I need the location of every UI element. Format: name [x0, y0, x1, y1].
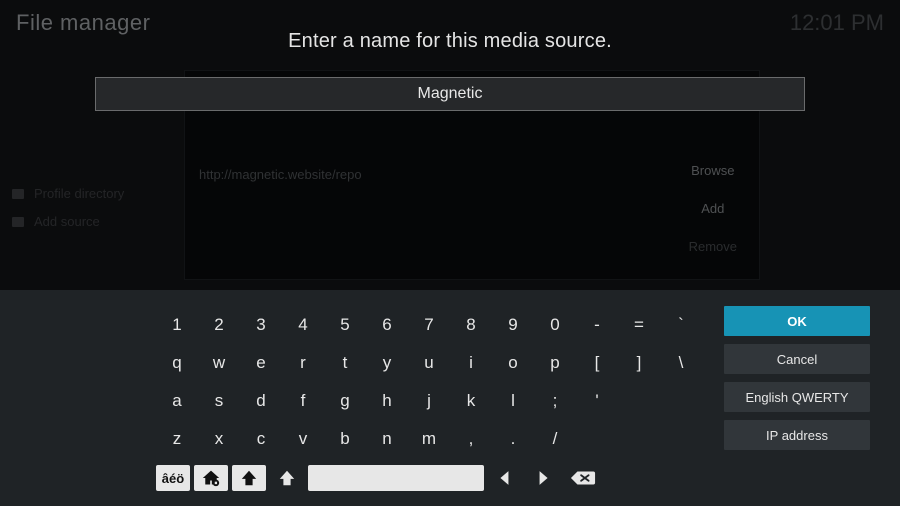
remove-label: Remove — [689, 239, 737, 277]
folder-icon — [12, 217, 24, 227]
home-lock-key[interactable] — [194, 465, 228, 491]
caret-left-key[interactable] — [488, 465, 522, 491]
key-row: 1 2 3 4 5 6 7 8 9 0 - = ` — [156, 306, 702, 344]
key-bracket-open[interactable]: [ — [576, 344, 618, 382]
sidebar-item: Add source — [12, 208, 124, 236]
key-i[interactable]: i — [450, 344, 492, 382]
key-equals[interactable]: = — [618, 306, 660, 344]
key-4[interactable]: 4 — [282, 306, 324, 344]
home-lock-icon — [201, 469, 221, 487]
key-0[interactable]: 0 — [534, 306, 576, 344]
key-9[interactable]: 9 — [492, 306, 534, 344]
key-k[interactable]: k — [450, 382, 492, 420]
key-t[interactable]: t — [324, 344, 366, 382]
key-r[interactable]: r — [282, 344, 324, 382]
key-b[interactable]: b — [324, 420, 366, 458]
key-s[interactable]: s — [198, 382, 240, 420]
key-row: a s d f g h j k l ; ' — [156, 382, 702, 420]
key-u[interactable]: u — [408, 344, 450, 382]
layout-button[interactable]: English QWERTY — [724, 382, 870, 412]
folder-icon — [12, 189, 24, 199]
panel-button-column: Browse Add Remove — [689, 163, 737, 277]
key-backslash[interactable]: \ — [660, 344, 702, 382]
key-5[interactable]: 5 — [324, 306, 366, 344]
key-period[interactable]: . — [492, 420, 534, 458]
key-f[interactable]: f — [282, 382, 324, 420]
key-c[interactable]: c — [240, 420, 282, 458]
cancel-button[interactable]: Cancel — [724, 344, 870, 374]
key-e[interactable]: e — [240, 344, 282, 382]
caret-right-icon — [536, 470, 550, 486]
add-label: Add — [689, 201, 737, 239]
key-j[interactable]: j — [408, 382, 450, 420]
caps-key[interactable] — [270, 465, 304, 491]
sidebar-item: Profile directory — [12, 180, 124, 208]
key-6[interactable]: 6 — [366, 306, 408, 344]
caret-left-icon — [498, 470, 512, 486]
key-a[interactable]: a — [156, 382, 198, 420]
key-minus[interactable]: - — [576, 306, 618, 344]
browse-label: Browse — [689, 163, 737, 201]
key-q[interactable]: q — [156, 344, 198, 382]
media-source-name-input[interactable]: Magnetic — [95, 77, 805, 111]
backspace-icon — [570, 469, 596, 487]
input-value: Magnetic — [418, 85, 483, 103]
key-g[interactable]: g — [324, 382, 366, 420]
key-row: q w e r t y u i o p [ ] \ — [156, 344, 702, 382]
key-8[interactable]: 8 — [450, 306, 492, 344]
key-n[interactable]: n — [366, 420, 408, 458]
key-h[interactable]: h — [366, 382, 408, 420]
key-apostrophe[interactable]: ' — [576, 382, 618, 420]
key-z[interactable]: z — [156, 420, 198, 458]
sidebar-item-label: Add source — [34, 208, 100, 236]
keys-area: 1 2 3 4 5 6 7 8 9 0 - = ` q w e r t y — [156, 306, 702, 458]
shift-icon — [278, 469, 296, 487]
key-slash[interactable]: / — [534, 420, 576, 458]
key-row: z x c v b n m , . / — [156, 420, 702, 458]
caret-right-key[interactable] — [526, 465, 560, 491]
onscreen-keyboard: 1 2 3 4 5 6 7 8 9 0 - = ` q w e r t y — [0, 290, 900, 506]
key-3[interactable]: 3 — [240, 306, 282, 344]
keyboard-side-buttons: OK Cancel English QWERTY IP address — [724, 306, 870, 450]
source-url-text: http://magnetic.website/repo — [199, 167, 362, 182]
name-entry-dialog: Enter a name for this media source. Magn… — [0, 30, 900, 111]
key-p[interactable]: p — [534, 344, 576, 382]
key-7[interactable]: 7 — [408, 306, 450, 344]
key-comma[interactable]: , — [450, 420, 492, 458]
key-semicolon[interactable]: ; — [534, 382, 576, 420]
key-y[interactable]: y — [366, 344, 408, 382]
key-o[interactable]: o — [492, 344, 534, 382]
spacebar-key[interactable] — [308, 465, 484, 491]
ok-button[interactable]: OK — [724, 306, 870, 336]
background-sidebar: Profile directory Add source — [12, 180, 124, 236]
key-m[interactable]: m — [408, 420, 450, 458]
special-key-row: âéö — [156, 464, 602, 492]
ip-address-button[interactable]: IP address — [724, 420, 870, 450]
dialog-prompt: Enter a name for this media source. — [0, 30, 900, 53]
key-backtick[interactable]: ` — [660, 306, 702, 344]
key-d[interactable]: d — [240, 382, 282, 420]
key-w[interactable]: w — [198, 344, 240, 382]
symbols-key[interactable]: âéö — [156, 465, 190, 491]
key-x[interactable]: x — [198, 420, 240, 458]
shift-key[interactable] — [232, 465, 266, 491]
sidebar-item-label: Profile directory — [34, 180, 124, 208]
shift-icon — [240, 469, 258, 487]
key-v[interactable]: v — [282, 420, 324, 458]
key-l[interactable]: l — [492, 382, 534, 420]
backspace-key[interactable] — [564, 465, 602, 491]
key-1[interactable]: 1 — [156, 306, 198, 344]
key-2[interactable]: 2 — [198, 306, 240, 344]
key-bracket-close[interactable]: ] — [618, 344, 660, 382]
